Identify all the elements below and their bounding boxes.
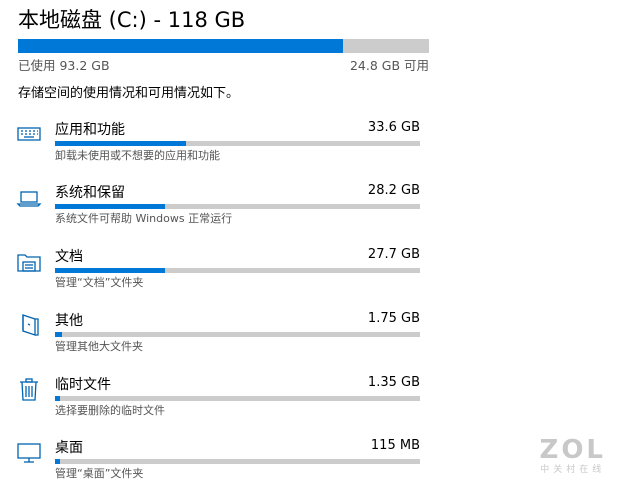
zol-watermark: ZOL 中关村在线	[539, 436, 606, 476]
category-description: 管理其他大文件夹	[55, 340, 143, 353]
other-folder-icon	[16, 312, 42, 338]
category-size: 33.6 GB	[367, 120, 420, 135]
category-description: 管理“文档”文件夹	[55, 276, 144, 289]
category-usage-bar	[55, 332, 420, 337]
category-size: 27.7 GB	[367, 247, 420, 262]
category-size: 115 MB	[370, 438, 420, 453]
free-space-label: 24.8 GB 可用	[349, 58, 429, 73]
storage-summary-text: 存储空间的使用情况和可用情况如下。	[18, 86, 240, 101]
category-description: 选择要删除的临时文件	[55, 404, 165, 417]
category-usage-bar	[55, 459, 420, 464]
page-title: 本地磁盘 (C:) - 118 GB	[18, 8, 246, 32]
category-size: 28.2 GB	[367, 183, 420, 198]
category-name: 文档	[55, 249, 83, 265]
category-usage-bar	[55, 268, 420, 273]
category-usage-fill	[55, 396, 61, 401]
drive-usage-fill	[18, 39, 343, 53]
category-desktop[interactable]: 桌面 115 MB 管理“桌面”文件夹	[0, 437, 440, 487]
category-description: 管理“桌面”文件夹	[55, 467, 144, 480]
laptop-icon	[16, 184, 42, 210]
category-description: 系统文件可帮助 Windows 正常运行	[55, 212, 233, 225]
category-size: 1.35 GB	[367, 375, 420, 390]
trash-icon	[16, 376, 42, 402]
category-usage-fill	[55, 204, 165, 209]
watermark-subtitle: 中关村在线	[540, 465, 606, 475]
category-usage-fill	[55, 268, 165, 273]
documents-folder-icon	[16, 248, 42, 274]
drive-usage-bar	[18, 39, 429, 53]
category-documents[interactable]: 文档 27.7 GB 管理“文档”文件夹	[0, 246, 440, 296]
category-usage-bar	[55, 141, 420, 146]
category-other[interactable]: 其他 1.75 GB 管理其他大文件夹	[0, 310, 440, 360]
apps-icon	[16, 121, 42, 147]
category-usage-fill	[55, 141, 187, 146]
category-name: 应用和功能	[55, 122, 125, 138]
category-name: 临时文件	[55, 377, 111, 393]
category-temporary-files[interactable]: 临时文件 1.35 GB 选择要删除的临时文件	[0, 374, 440, 424]
desktop-monitor-icon	[16, 439, 42, 465]
category-name: 其他	[55, 313, 83, 329]
category-name: 系统和保留	[55, 185, 125, 201]
category-name: 桌面	[55, 440, 83, 456]
category-size: 1.75 GB	[367, 311, 420, 326]
watermark-logo: ZOL	[539, 435, 606, 465]
category-system-and-reserved[interactable]: 系统和保留 28.2 GB 系统文件可帮助 Windows 正常运行	[0, 182, 440, 232]
category-description: 卸载未使用或不想要的应用和功能	[55, 149, 220, 162]
category-usage-bar	[55, 396, 420, 401]
category-usage-fill	[55, 332, 63, 337]
category-usage-bar	[55, 204, 420, 209]
category-apps-and-features[interactable]: 应用和功能 33.6 GB 卸载未使用或不想要的应用和功能	[0, 119, 440, 169]
category-usage-fill	[55, 459, 61, 464]
used-space-label: 已使用 93.2 GB	[18, 58, 110, 73]
